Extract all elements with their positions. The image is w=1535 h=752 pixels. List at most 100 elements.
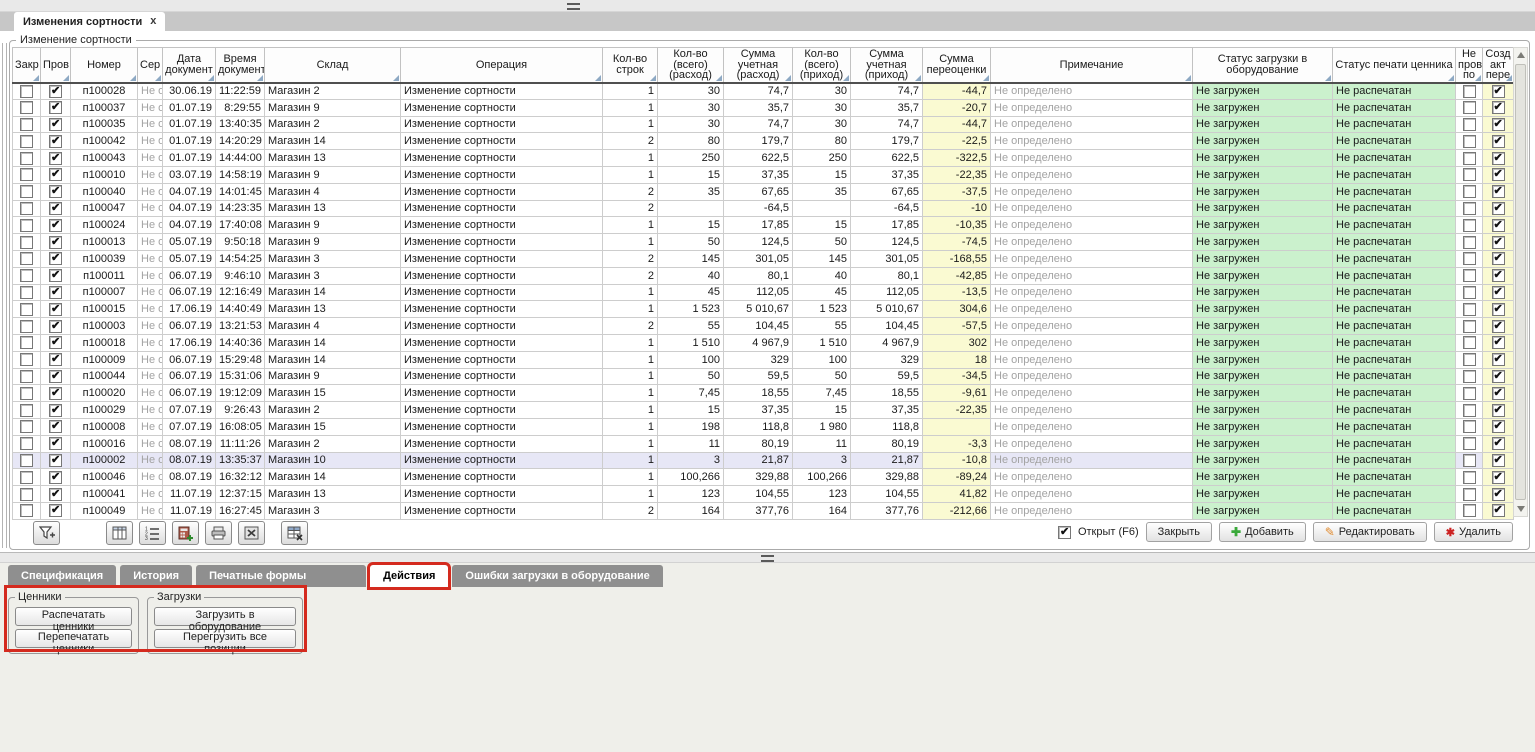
top-splitter[interactable]	[0, 0, 1535, 12]
not-checked-checkbox[interactable]	[1463, 118, 1476, 131]
table-row[interactable]: п100040 Не о 04.07.19 14:01:45 Магазин 4…	[13, 183, 1514, 200]
not-checked-checkbox[interactable]	[1463, 454, 1476, 467]
closed-checkbox[interactable]	[20, 404, 33, 417]
col-sum-out[interactable]: Сумма учетная (расход)	[724, 48, 793, 83]
table-row[interactable]: п100047 Не о 04.07.19 14:23:35 Магазин 1…	[13, 200, 1514, 217]
not-checked-checkbox[interactable]	[1463, 437, 1476, 450]
table-row[interactable]: п100008 Не о 07.07.19 16:08:05 Магазин 1…	[13, 418, 1514, 435]
filter-add-button[interactable]	[33, 521, 60, 545]
act-created-checkbox[interactable]	[1492, 370, 1505, 383]
act-created-checkbox[interactable]	[1492, 336, 1505, 349]
act-created-checkbox[interactable]	[1492, 185, 1505, 198]
table-row[interactable]: п100015 Не о 17.06.19 14:40:49 Магазин 1…	[13, 301, 1514, 318]
col-doc-time[interactable]: Время документ	[216, 48, 265, 83]
proven-checkbox[interactable]	[49, 202, 62, 215]
bottom-tab-спецификация[interactable]: Спецификация	[8, 565, 116, 587]
table-row[interactable]: п100003 Не о 06.07.19 13:21:53 Магазин 4…	[13, 318, 1514, 335]
not-checked-checkbox[interactable]	[1463, 387, 1476, 400]
proven-checkbox[interactable]	[49, 286, 62, 299]
not-checked-checkbox[interactable]	[1463, 269, 1476, 282]
proven-checkbox[interactable]	[49, 504, 62, 517]
table-row[interactable]: п100042 Не о 01.07.19 14:20:29 Магазин 1…	[13, 133, 1514, 150]
table-row[interactable]: п100024 Не о 04.07.19 17:40:08 Магазин 9…	[13, 217, 1514, 234]
table-row[interactable]: п100013 Не о 05.07.19 9:50:18 Магазин 9 …	[13, 234, 1514, 251]
not-checked-checkbox[interactable]	[1463, 420, 1476, 433]
act-created-checkbox[interactable]	[1492, 202, 1505, 215]
col-number[interactable]: Номер	[71, 48, 138, 83]
act-created-checkbox[interactable]	[1492, 303, 1505, 316]
closed-checkbox[interactable]	[20, 303, 33, 316]
proven-checkbox[interactable]	[49, 219, 62, 232]
proven-checkbox[interactable]	[49, 336, 62, 349]
act-created-checkbox[interactable]	[1492, 320, 1505, 333]
not-checked-checkbox[interactable]	[1463, 504, 1476, 517]
proven-checkbox[interactable]	[49, 370, 62, 383]
not-checked-checkbox[interactable]	[1463, 219, 1476, 232]
act-created-checkbox[interactable]	[1492, 101, 1505, 114]
calculator-add-button[interactable]	[172, 521, 199, 545]
table-row[interactable]: п100043 Не о 01.07.19 14:44:00 Магазин 1…	[13, 150, 1514, 167]
bottom-tab-печатные[interactable]: Печатные формы	[196, 565, 366, 587]
proven-checkbox[interactable]	[49, 185, 62, 198]
table-row[interactable]: п100029 Не о 07.07.19 9:26:43 Магазин 2 …	[13, 402, 1514, 419]
act-created-checkbox[interactable]	[1492, 152, 1505, 165]
proven-checkbox[interactable]	[49, 387, 62, 400]
scroll-down-button[interactable]	[1514, 502, 1527, 516]
proven-checkbox[interactable]	[49, 454, 62, 467]
act-created-checkbox[interactable]	[1492, 85, 1505, 98]
not-checked-checkbox[interactable]	[1463, 353, 1476, 366]
closed-checkbox[interactable]	[20, 504, 33, 517]
proven-checkbox[interactable]	[49, 236, 62, 249]
closed-checkbox[interactable]	[20, 471, 33, 484]
table-row[interactable]: п100028 Не о 30.06.19 11:22:59 Магазин 2…	[13, 83, 1514, 100]
not-checked-checkbox[interactable]	[1463, 488, 1476, 501]
table-columns-button[interactable]	[106, 521, 133, 545]
closed-checkbox[interactable]	[20, 488, 33, 501]
act-created-checkbox[interactable]	[1492, 286, 1505, 299]
closed-checkbox[interactable]	[20, 286, 33, 299]
action-button[interactable]: Перегрузить все позиции	[154, 629, 296, 648]
closed-checkbox[interactable]	[20, 219, 33, 232]
print-button[interactable]	[205, 521, 232, 545]
edit-button[interactable]: ✎ Редактировать	[1313, 522, 1427, 542]
col-note[interactable]: Примечание	[991, 48, 1193, 83]
excel-export-button[interactable]	[238, 521, 265, 545]
table-row[interactable]: п100035 Не о 01.07.19 13:40:35 Магазин 2…	[13, 116, 1514, 133]
not-checked-checkbox[interactable]	[1463, 236, 1476, 249]
closed-checkbox[interactable]	[20, 320, 33, 333]
act-created-checkbox[interactable]	[1492, 420, 1505, 433]
not-checked-checkbox[interactable]	[1463, 168, 1476, 181]
table-row[interactable]: п100044 Не о 06.07.19 15:31:06 Магазин 9…	[13, 368, 1514, 385]
closed-checkbox[interactable]	[20, 437, 33, 450]
table-row[interactable]: п100049 Не о 11.07.19 16:27:45 Магазин 3…	[13, 502, 1514, 519]
closed-checkbox[interactable]	[20, 85, 33, 98]
not-checked-checkbox[interactable]	[1463, 202, 1476, 215]
grid-settings-button[interactable]	[281, 521, 308, 545]
proven-checkbox[interactable]	[49, 252, 62, 265]
not-checked-checkbox[interactable]	[1463, 101, 1476, 114]
proven-checkbox[interactable]	[49, 269, 62, 282]
not-checked-checkbox[interactable]	[1463, 152, 1476, 165]
table-row[interactable]: п100039 Не о 05.07.19 14:54:25 Магазин 3…	[13, 250, 1514, 267]
col-qty-out[interactable]: Кол-во (всего) (расход)	[658, 48, 724, 83]
col-store[interactable]: Склад	[265, 48, 401, 83]
add-button[interactable]: ✚ Добавить	[1219, 522, 1306, 542]
closed-checkbox[interactable]	[20, 370, 33, 383]
closed-checkbox[interactable]	[20, 152, 33, 165]
proven-checkbox[interactable]	[49, 437, 62, 450]
not-checked-checkbox[interactable]	[1463, 185, 1476, 198]
not-checked-checkbox[interactable]	[1463, 252, 1476, 265]
col-act-created[interactable]: Созд акт пере	[1483, 48, 1514, 83]
act-created-checkbox[interactable]	[1492, 168, 1505, 181]
horizontal-splitter[interactable]	[0, 552, 1535, 563]
tab-izmeneniya-sortnosti[interactable]: Изменения сортности x	[14, 12, 165, 31]
act-created-checkbox[interactable]	[1492, 488, 1505, 501]
act-created-checkbox[interactable]	[1492, 135, 1505, 148]
not-checked-checkbox[interactable]	[1463, 286, 1476, 299]
col-proven[interactable]: Пров	[41, 48, 71, 83]
table-row[interactable]: п100011 Не о 06.07.19 9:46:10 Магазин 3 …	[13, 267, 1514, 284]
closed-checkbox[interactable]	[20, 420, 33, 433]
not-checked-checkbox[interactable]	[1463, 320, 1476, 333]
closed-checkbox[interactable]	[20, 202, 33, 215]
numbered-list-button[interactable]: 1 2 3	[139, 521, 166, 545]
